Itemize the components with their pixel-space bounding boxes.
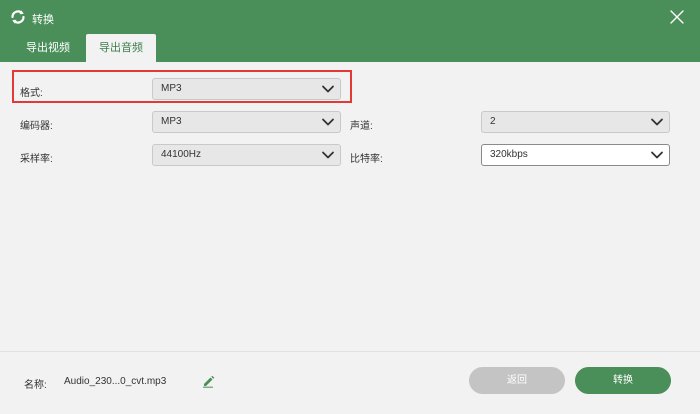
file-name-value: Audio_230...0_cvt.mp3 [64,376,167,387]
channel-select[interactable]: 2 [481,111,670,133]
file-name-label: 名称: [24,380,47,391]
chevron-down-icon [651,118,663,126]
sample-rate-select[interactable]: 44100Hz [152,144,341,166]
refresh-icon [11,10,25,24]
encoder-select[interactable]: MP3 [152,111,341,133]
window-title: 转换 [32,14,54,26]
title-bar: 转换 导出视频 导出音频 [0,0,700,62]
tab-export-audio[interactable]: 导出音频 [86,34,156,62]
chevron-down-icon [322,85,334,93]
format-label: 格式: [20,88,43,99]
edit-icon[interactable] [201,374,215,388]
encoder-label: 编码器: [20,121,53,132]
chevron-down-icon [322,151,334,159]
close-icon[interactable] [666,6,688,28]
encoder-value: MP3 [161,116,182,127]
bitrate-label: 比特率: [350,154,383,165]
convert-button[interactable]: 转换 [575,367,671,394]
chevron-down-icon [322,118,334,126]
format-value: MP3 [161,83,182,94]
chevron-down-icon [651,151,663,159]
sample-rate-label: 采样率: [20,154,53,165]
format-select[interactable]: MP3 [152,78,341,100]
bitrate-value: 320kbps [490,149,528,160]
back-button[interactable]: 返回 [469,367,565,394]
footer-divider [0,351,700,352]
bitrate-select[interactable]: 320kbps [481,144,670,166]
sample-rate-value: 44100Hz [161,149,202,160]
channel-value: 2 [490,116,496,127]
channel-label: 声道: [350,121,373,132]
tab-export-video[interactable]: 导出视频 [16,34,80,62]
